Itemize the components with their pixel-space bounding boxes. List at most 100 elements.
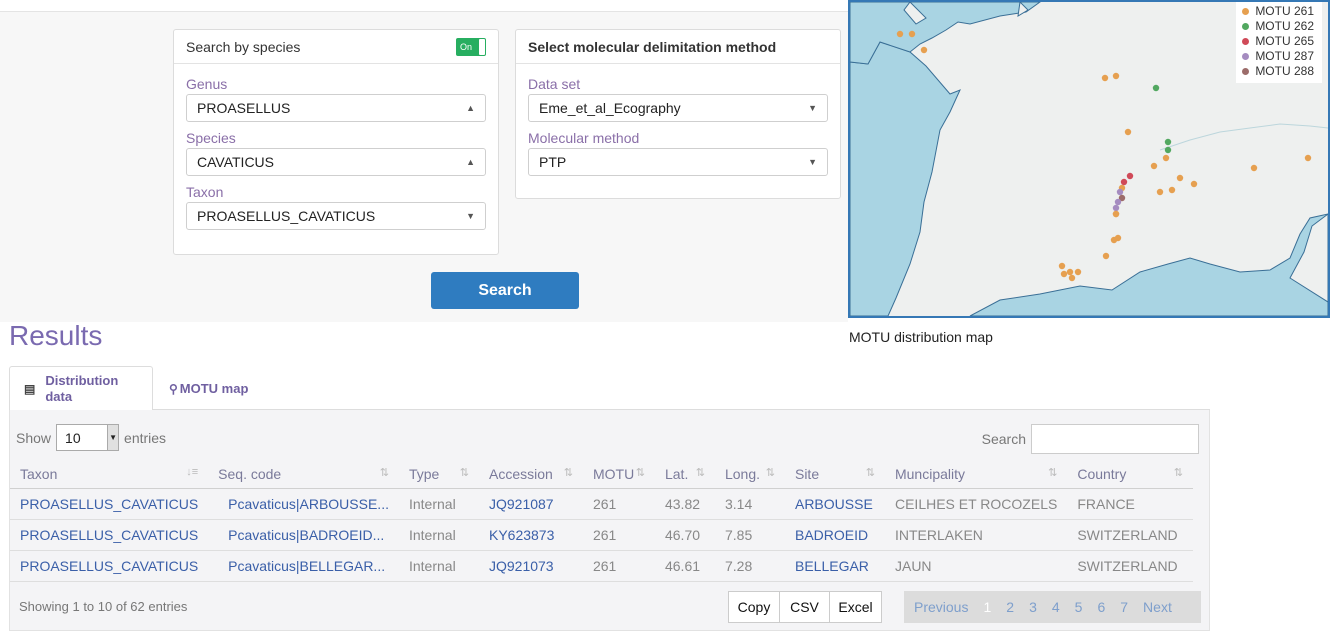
seq-code-link[interactable]: Pcavaticus|ARBOUSSE...: [208, 488, 399, 520]
site-marker[interactable]: [1112, 72, 1120, 80]
site-marker[interactable]: [1058, 262, 1066, 270]
site-marker[interactable]: [1112, 204, 1120, 212]
site-marker[interactable]: [1162, 154, 1170, 162]
pagination: Previous 1 2 3 4 5 6 7 Next: [904, 591, 1201, 623]
site-marker[interactable]: [1176, 174, 1184, 182]
taxon-link[interactable]: PROASELLUS_CAVATICUS: [10, 550, 209, 582]
site-marker[interactable]: [1150, 162, 1158, 170]
accession-link[interactable]: JQ921073: [478, 550, 583, 582]
accession-link[interactable]: KY623873: [478, 519, 583, 551]
sort-icon: ⇅: [379, 466, 389, 479]
column-header-lat[interactable]: Lat. ⇅: [654, 460, 715, 489]
site-marker[interactable]: [1164, 138, 1172, 146]
table-row: PROASELLUS_CAVATICUS Pcavaticus|BELLEGAR…: [10, 550, 1193, 582]
site-marker[interactable]: [1304, 154, 1312, 162]
pager-page[interactable]: 4: [1052, 599, 1060, 615]
distribution-table-panel: Show 10 ▼ entries Search Taxon ↓≡ Seq. co…: [9, 410, 1210, 631]
site-marker[interactable]: [1164, 146, 1172, 154]
legend-label: MOTU 288: [1255, 64, 1314, 78]
taxon-value: PROASELLUS_CAVATICUS: [197, 208, 376, 224]
column-header-site[interactable]: Site ⇅: [784, 460, 885, 489]
genus-select[interactable]: PROASELLUS ▲: [186, 94, 486, 122]
site-marker[interactable]: [1114, 234, 1122, 242]
site-marker[interactable]: [1250, 164, 1258, 172]
site-link[interactable]: ARBOUSSE: [784, 488, 885, 520]
column-header-taxon[interactable]: Taxon ↓≡: [10, 460, 209, 489]
pager-page[interactable]: 5: [1075, 599, 1083, 615]
tab-distribution-data[interactable]: ▤ Distribution data: [9, 366, 153, 411]
motu-map[interactable]: MOTU 261 MOTU 262 MOTU 265 MOTU 287 MOTU…: [848, 0, 1330, 318]
site-link[interactable]: BADROEID: [784, 519, 885, 551]
site-marker[interactable]: [1112, 210, 1120, 218]
legend-label: MOTU 265: [1255, 34, 1314, 48]
pager-page[interactable]: 7: [1120, 599, 1128, 615]
country-cell: FRANCE: [1067, 488, 1193, 520]
column-header-seq-code[interactable]: Seq. code ⇅: [208, 460, 399, 489]
site-marker[interactable]: [1126, 172, 1134, 180]
pager-previous[interactable]: Previous: [914, 599, 968, 615]
seq-code-link[interactable]: Pcavaticus|BELLEGAR...: [208, 550, 399, 582]
site-marker[interactable]: [1190, 180, 1198, 188]
site-marker[interactable]: [1066, 268, 1074, 276]
site-marker[interactable]: [1114, 198, 1122, 206]
taxon-link[interactable]: PROASELLUS_CAVATICUS: [10, 519, 209, 551]
pager-current-page[interactable]: 1: [983, 599, 991, 615]
site-marker[interactable]: [1116, 188, 1124, 196]
species-select[interactable]: CAVATICUS ▲: [186, 148, 486, 176]
search-button[interactable]: Search: [431, 272, 579, 309]
site-marker[interactable]: [1152, 84, 1160, 92]
taxon-select[interactable]: PROASELLUS_CAVATICUS ▼: [186, 202, 486, 230]
method-select[interactable]: PTP ▼: [528, 148, 828, 176]
site-marker[interactable]: [896, 30, 904, 38]
pager-page[interactable]: 2: [1006, 599, 1014, 615]
site-marker[interactable]: [908, 30, 916, 38]
taxon-link[interactable]: PROASELLUS_CAVATICUS: [10, 488, 209, 520]
table-row: PROASELLUS_CAVATICUS Pcavaticus|BADROEID…: [10, 519, 1193, 551]
site-marker[interactable]: [1102, 252, 1110, 260]
sort-icon: ⇅: [1048, 466, 1058, 479]
legend-dot: [1242, 68, 1250, 75]
site-marker[interactable]: [1060, 270, 1068, 278]
site-marker[interactable]: [1168, 186, 1176, 194]
site-link[interactable]: BELLEGAR: [784, 550, 885, 582]
dataset-select[interactable]: Eme_et_al_Ecography ▼: [528, 94, 828, 122]
copy-button[interactable]: Copy: [728, 591, 780, 623]
site-marker[interactable]: [1156, 188, 1164, 196]
site-marker[interactable]: [1120, 178, 1128, 186]
tab-motu-map[interactable]: ⚲ MOTU map: [169, 366, 248, 411]
table-header-row: Taxon ↓≡ Seq. code ⇅ Type ⇅ Accession ⇅ MOTU…: [10, 460, 1193, 489]
column-header-municipality[interactable]: Muncipality ⇅: [884, 460, 1068, 489]
table-search-input[interactable]: [1031, 424, 1199, 454]
results-tabs: ▤ Distribution data ⚲ MOTU map: [9, 366, 1210, 411]
site-marker[interactable]: [1101, 74, 1109, 82]
atlantic-water: [850, 41, 961, 316]
column-header-motu[interactable]: MOTU ⇅: [582, 460, 655, 489]
pager-page[interactable]: 3: [1029, 599, 1037, 615]
site-marker[interactable]: [1124, 128, 1132, 136]
tab-label: Distribution data: [45, 373, 118, 405]
site-marker[interactable]: [920, 46, 928, 54]
sort-icon: ⇅: [563, 466, 573, 479]
column-header-accession[interactable]: Accession ⇅: [478, 460, 583, 489]
legend-dot: [1242, 38, 1250, 45]
pager-next[interactable]: Next: [1143, 599, 1172, 615]
seq-code-link[interactable]: Pcavaticus|BADROEID...: [208, 519, 399, 551]
column-header-long[interactable]: Long. ⇅: [714, 460, 785, 489]
column-header-type[interactable]: Type ⇅: [398, 460, 479, 489]
species-toggle[interactable]: On: [456, 37, 486, 56]
entries-select[interactable]: 10 ▼: [56, 424, 120, 451]
species-value: CAVATICUS: [197, 154, 275, 170]
sort-icon: ⇅: [459, 466, 469, 479]
column-header-country[interactable]: Country ⇅: [1067, 460, 1193, 489]
caret-down-icon: ▼: [808, 157, 817, 167]
csv-button[interactable]: CSV: [780, 591, 830, 623]
site-marker[interactable]: [1068, 274, 1076, 282]
caret-up-icon: ▲: [466, 103, 475, 113]
legend-item: MOTU 265: [1242, 34, 1314, 49]
panel-title: Search by species: [186, 38, 301, 55]
pager-page[interactable]: 6: [1097, 599, 1105, 615]
site-marker[interactable]: [1074, 268, 1082, 276]
accession-link[interactable]: JQ921087: [478, 488, 583, 520]
excel-button[interactable]: Excel: [830, 591, 882, 623]
long-cell: 3.14: [714, 488, 785, 520]
